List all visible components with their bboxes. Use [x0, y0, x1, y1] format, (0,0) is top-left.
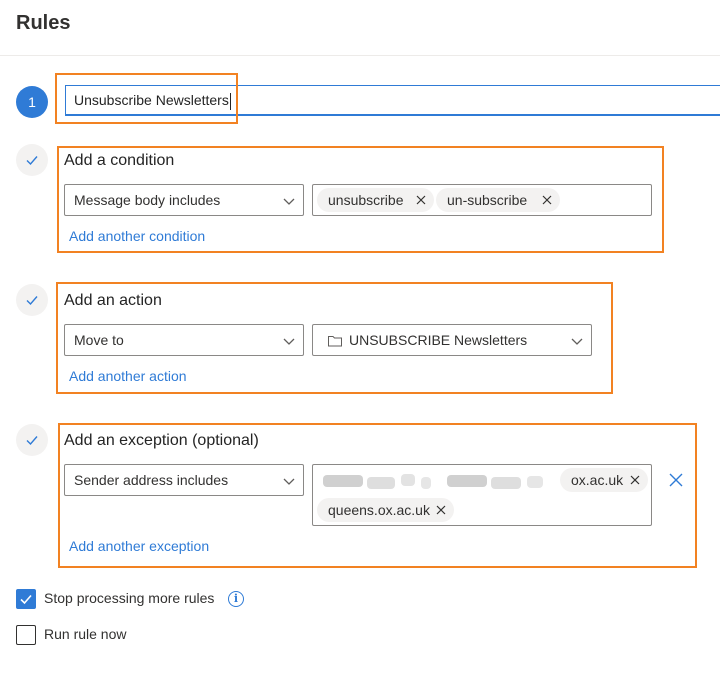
stop-processing-label: Stop processing more rules [44, 590, 215, 606]
step-number-badge: 1 [16, 86, 48, 118]
condition-status [16, 144, 48, 176]
check-icon [26, 436, 38, 446]
run-rule-now-checkbox[interactable] [16, 625, 36, 645]
checkmark-icon [20, 594, 32, 605]
check-icon [26, 156, 38, 166]
info-icon[interactable]: i [228, 591, 244, 607]
highlight-box-action [56, 282, 613, 394]
page-title: Rules [16, 12, 71, 34]
exception-status [16, 424, 48, 456]
highlight-box-name [55, 73, 238, 124]
action-status [16, 284, 48, 316]
stop-processing-checkbox[interactable] [16, 589, 36, 609]
highlight-box-condition [57, 146, 664, 253]
highlight-box-exception [58, 423, 697, 568]
run-rule-now-label: Run rule now [44, 626, 127, 642]
check-icon [26, 296, 38, 306]
header-divider [0, 55, 720, 56]
